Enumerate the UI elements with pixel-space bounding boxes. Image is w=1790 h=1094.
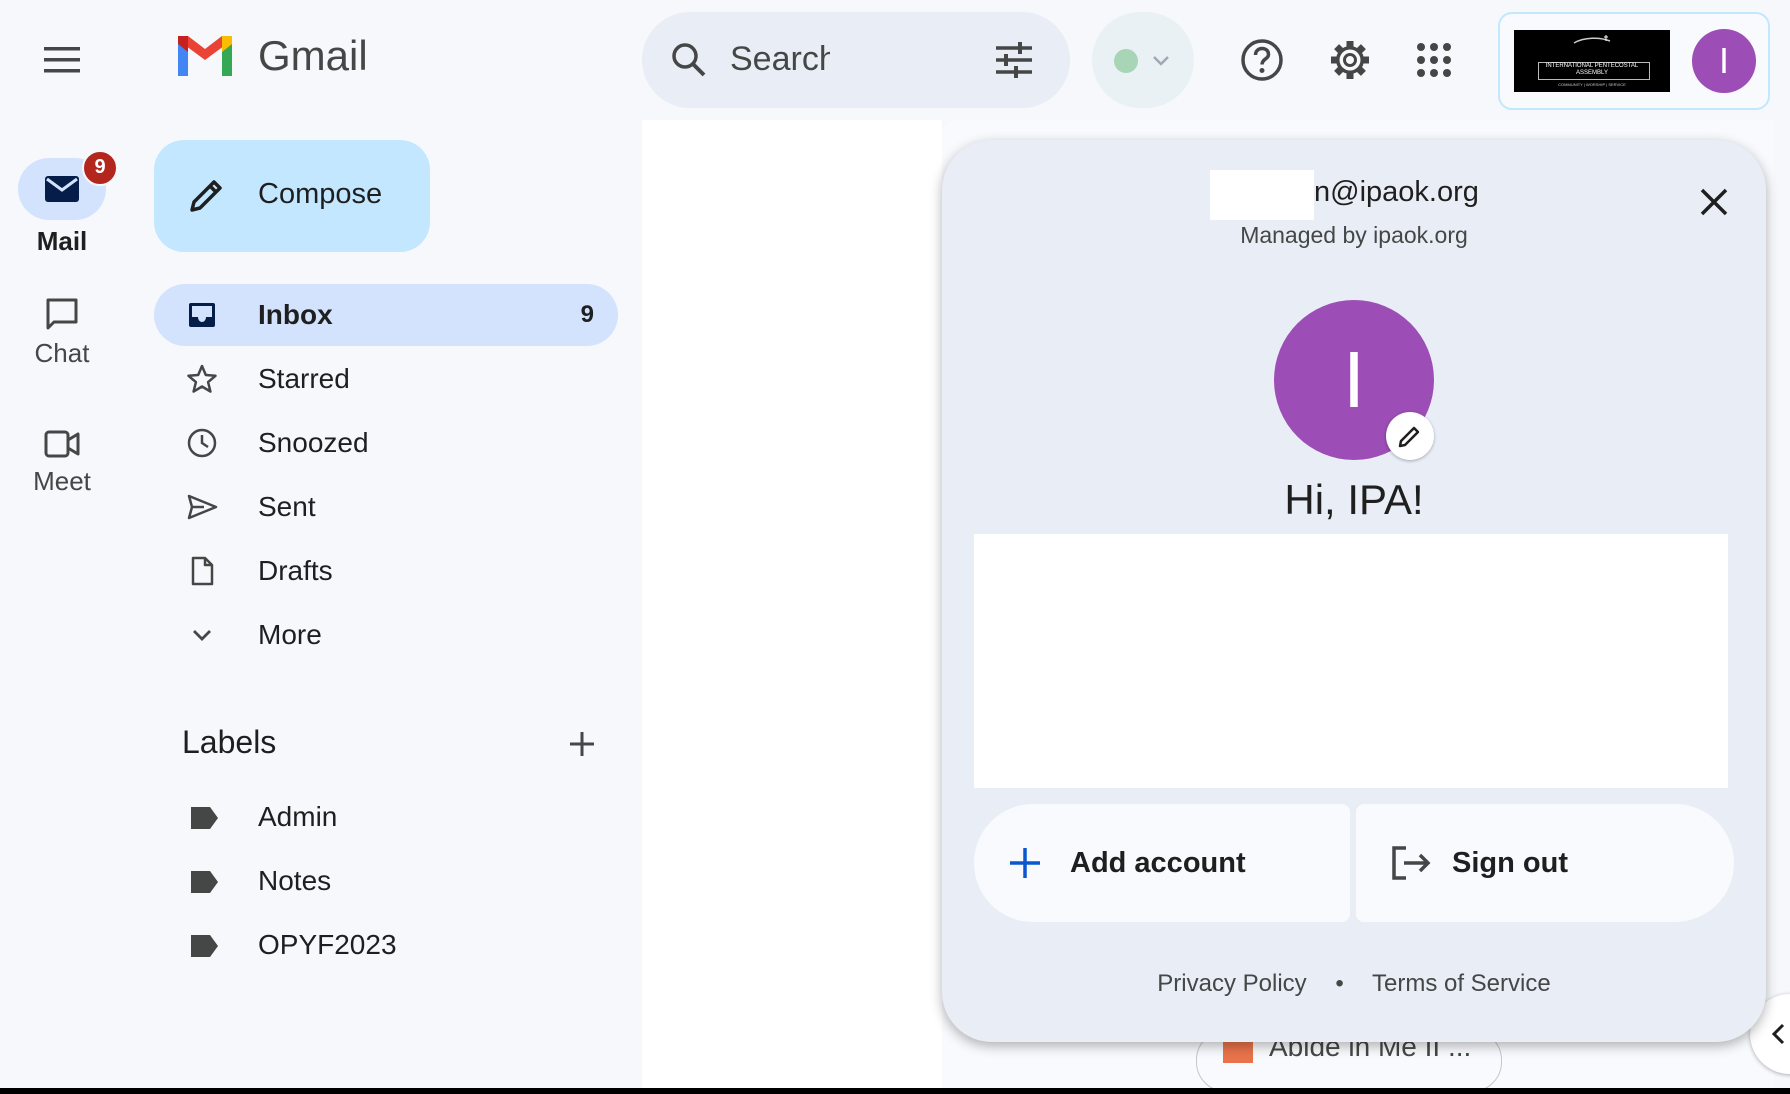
- edit-pencil-icon: [1398, 426, 1420, 448]
- gmail-m-icon: [178, 36, 232, 76]
- rail-chat[interactable]: Chat: [0, 296, 124, 369]
- rail-chat-label: Chat: [34, 338, 90, 368]
- chat-icon: [46, 298, 78, 330]
- label-tag-icon: [191, 935, 218, 957]
- compose-button[interactable]: Compose: [154, 140, 430, 252]
- nav-inbox-label: Inbox: [258, 299, 333, 330]
- footer-separator: •: [1335, 970, 1344, 997]
- nav-sent-label: Sent: [258, 491, 316, 522]
- apps-grid-icon: [1417, 43, 1451, 77]
- add-account-label: Add account: [1070, 846, 1246, 879]
- change-profile-picture-button[interactable]: [1386, 412, 1434, 460]
- rail-mail-pill: 9: [18, 150, 118, 220]
- label-item[interactable]: OPYF2023: [154, 916, 618, 976]
- sign-out-button[interactable]: Sign out: [1356, 804, 1734, 922]
- organization-logo: INTERNATIONAL PENTECOSTAL ASSEMBLY COMMU…: [1514, 30, 1670, 92]
- window-bottom-edge: [0, 1088, 1790, 1094]
- search-icon: [672, 43, 706, 77]
- rail-mail-label: Mail: [36, 226, 88, 256]
- pencil-icon: [190, 180, 222, 212]
- nav-more[interactable]: More: [154, 604, 618, 666]
- nav-starred[interactable]: Starred: [154, 348, 618, 410]
- rail-meet[interactable]: Meet: [0, 428, 124, 497]
- search-options-icon[interactable]: [994, 42, 1034, 78]
- status-dot: [1114, 49, 1138, 73]
- star-icon: [187, 364, 217, 393]
- mail-unread-badge: 9: [82, 150, 118, 186]
- label-item-text: Notes: [258, 865, 332, 896]
- status-indicator[interactable]: [1092, 12, 1194, 108]
- inbox-icon: [189, 303, 215, 327]
- add-account-button[interactable]: Add account: [974, 804, 1350, 922]
- nav-drafts[interactable]: Drafts: [154, 540, 618, 602]
- label-tag-icon: [191, 871, 218, 893]
- chevron-left-icon: [1771, 1023, 1785, 1045]
- rail-mail[interactable]: 9 Mail: [0, 150, 124, 257]
- inbox-unread-count: 9: [580, 301, 594, 328]
- labels-heading: Labels: [182, 724, 277, 760]
- google-apps-button[interactable]: [1406, 32, 1462, 88]
- nav-more-label: More: [258, 619, 322, 650]
- help-icon: [1241, 39, 1283, 81]
- search-input[interactable]: Search in m: [730, 40, 830, 80]
- account-email: n@ipaok.org: [1314, 176, 1479, 208]
- account-switcher[interactable]: INTERNATIONAL PENTECOSTAL ASSEMBLY COMMU…: [1498, 12, 1770, 110]
- mail-icon: [45, 176, 79, 202]
- email-redaction: [1210, 170, 1314, 220]
- gmail-logo[interactable]: Gmail: [174, 32, 368, 80]
- video-camera-icon: [44, 430, 80, 458]
- main-menu-button[interactable]: [34, 32, 90, 88]
- nav-snoozed[interactable]: Snoozed: [154, 412, 618, 474]
- privacy-policy-link[interactable]: Privacy Policy: [1157, 970, 1306, 997]
- gear-icon: [1331, 41, 1369, 79]
- label-item-text: Admin: [258, 801, 338, 832]
- redacted-account-content: [974, 534, 1728, 788]
- nav-sent[interactable]: Sent: [154, 476, 618, 538]
- account-avatar: I: [1692, 29, 1756, 93]
- label-item[interactable]: Notes: [154, 852, 618, 912]
- nav-drafts-label: Drafts: [258, 555, 333, 586]
- support-button[interactable]: [1234, 32, 1290, 88]
- email-list-area: [642, 120, 942, 1094]
- close-popup-button[interactable]: [1686, 174, 1742, 230]
- logout-icon: [1392, 846, 1431, 880]
- managed-by-text: Managed by ipaok.org: [1240, 222, 1468, 248]
- chevron-down-icon: [1153, 56, 1169, 66]
- nav-inbox[interactable]: Inbox 9: [154, 284, 618, 346]
- terms-of-service-link[interactable]: Terms of Service: [1372, 970, 1551, 997]
- send-icon: [187, 494, 218, 520]
- rail-meet-label: Meet: [33, 466, 91, 496]
- search-bar[interactable]: Search in m: [642, 12, 1070, 108]
- nav-snoozed-label: Snoozed: [258, 427, 369, 458]
- hamburger-icon: [44, 47, 80, 73]
- nav-starred-label: Starred: [258, 363, 350, 394]
- create-label-button[interactable]: [554, 716, 610, 772]
- chevron-down-icon: [193, 630, 211, 641]
- draft-icon: [191, 556, 214, 586]
- settings-button[interactable]: [1322, 32, 1378, 88]
- label-item-text: OPYF2023: [258, 929, 397, 960]
- logo-swoosh-icon: [1573, 35, 1611, 44]
- clock-icon: [187, 428, 217, 458]
- plus-icon: [570, 732, 594, 756]
- account-popup: n@ipaok.org Managed by ipaok.org I Hi, I…: [942, 140, 1766, 1042]
- greeting: Hi, IPA!: [1284, 476, 1424, 523]
- organization-logo-tagline: COMMUNITY | WORSHIP | SERVICE: [1558, 82, 1626, 87]
- organization-logo-name: INTERNATIONAL PENTECOSTAL ASSEMBLY: [1545, 63, 1639, 76]
- close-icon: [1700, 188, 1728, 216]
- sign-out-label: Sign out: [1452, 846, 1568, 879]
- plus-icon: [1010, 848, 1040, 878]
- label-item[interactable]: Admin: [154, 788, 618, 848]
- label-tag-icon: [191, 807, 218, 829]
- popup-footer: Privacy Policy • Terms of Service: [942, 970, 1766, 998]
- gmail-wordmark: Gmail: [258, 32, 368, 79]
- compose-label: Compose: [258, 178, 383, 210]
